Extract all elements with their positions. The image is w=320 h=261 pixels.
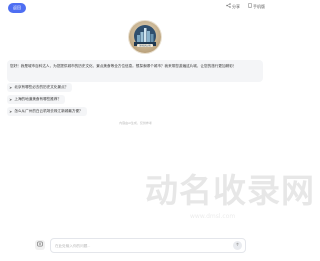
back-button-label: 返回 — [13, 5, 21, 10]
share-icon — [226, 3, 231, 10]
arrow-right-icon: ➤ — [9, 97, 13, 102]
back-button[interactable]: 返回 — [8, 3, 26, 13]
arrow-right-icon: ➤ — [9, 109, 13, 114]
suggestion-item[interactable]: ➤ 怎么从广州的白云机场去珠江新城最方便？ — [7, 107, 87, 116]
message-input[interactable] — [55, 241, 225, 250]
city-avatar: NAWALAN — [129, 21, 161, 53]
suggestion-label: 北京有哪些必去的历史文化景点？ — [14, 85, 69, 89]
suggestion-item[interactable]: ➤ 北京有哪些必去的历史文化景点？ — [7, 83, 73, 92]
city-skyline-image: NAWALAN — [129, 21, 161, 53]
svg-text:NAWALAN: NAWALAN — [140, 45, 151, 48]
top-bar: 返回 分享 手机版 — [0, 0, 271, 16]
share-label: 分享 — [232, 3, 240, 9]
new-chat-button[interactable] — [35, 240, 45, 250]
watermark-text: 动名收录网 — [145, 171, 315, 210]
greeting-text: 您好！我是城市百科达人，为您提供城市的历史文化、景点美食等全方位信息。想探索哪个… — [10, 64, 237, 68]
arrow-right-icon: ➤ — [9, 85, 13, 90]
new-chat-icon — [37, 241, 43, 249]
suggestion-label: 怎么从广州的白云机场去珠江新城最方便？ — [14, 109, 83, 113]
assistant-greeting: 您好！我是城市百科达人，为您提供城市的历史文化、景点美食等全方位信息。想探索哪个… — [7, 60, 263, 82]
watermark-url: www.dmsl.com — [190, 213, 236, 220]
suggestion-label: 上海的地道美食有哪些推荐？ — [14, 97, 62, 101]
send-icon — [235, 242, 240, 249]
suggestion-item[interactable]: ➤ 上海的地道美食有哪些推荐？ — [7, 95, 66, 104]
send-button[interactable] — [233, 241, 242, 250]
phone-icon — [248, 3, 252, 10]
message-composer — [50, 238, 246, 253]
ai-disclaimer: 内容由AI生成，仅供参考 — [119, 121, 152, 125]
mobile-version-button[interactable]: 手机版 — [248, 3, 265, 10]
top-actions: 分享 手机版 — [226, 3, 265, 10]
share-button[interactable]: 分享 — [226, 3, 240, 10]
mobile-version-label: 手机版 — [253, 3, 265, 9]
